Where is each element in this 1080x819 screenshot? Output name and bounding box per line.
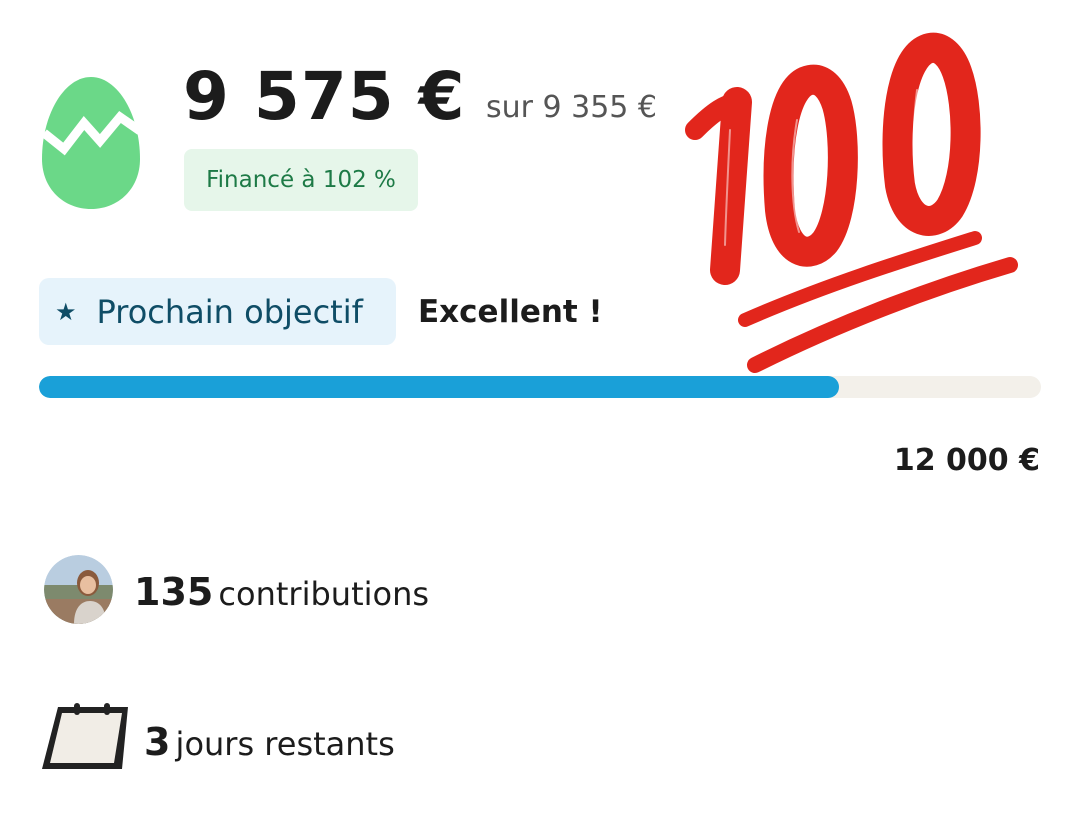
funded-badge: Financé à 102 % [184,149,418,211]
star-icon: ★ [55,297,77,326]
amount-raised: 9 575 € [183,58,466,135]
contributions-number: 135 [134,570,214,614]
calendar-icon [42,703,128,769]
avatar[interactable] [44,555,113,624]
contributions-count: 135 contributions [134,570,429,614]
contributions-label: contributions [218,575,430,613]
egg-icon [41,77,142,209]
days-label: jours restants [175,725,395,763]
progress-bar [39,376,1041,398]
hundred-points-emoji [685,32,1018,373]
objective-status: Excellent ! [418,294,603,330]
objective-target-amount: 12 000 € [893,443,1040,478]
next-objective-label: Prochain objectif [96,292,363,331]
goal-amount: sur 9 355 € [486,90,658,125]
next-objective-badge[interactable]: ★ Prochain objectif [39,278,396,345]
days-remaining: 3 jours restants [144,720,395,764]
progress-fill [39,376,839,398]
days-number: 3 [144,720,171,764]
